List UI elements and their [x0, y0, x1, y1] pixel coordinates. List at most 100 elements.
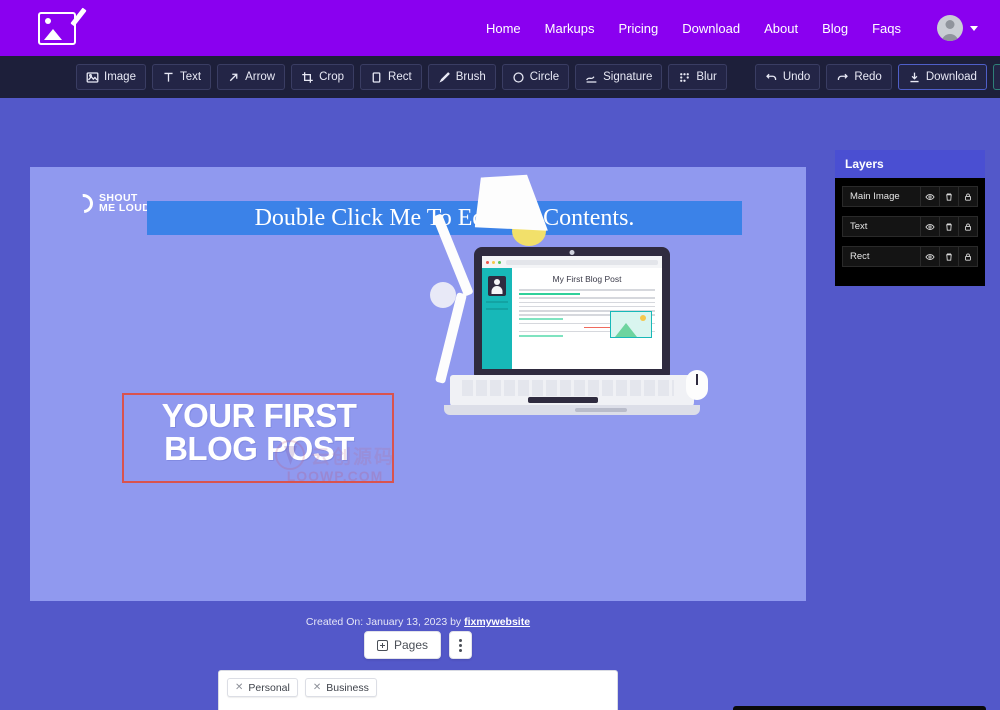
- article-line: [519, 305, 655, 308]
- shoutmeloud-logo: SHOUT ME LOUD: [70, 189, 151, 217]
- layer-row-rect[interactable]: Rect: [842, 246, 978, 267]
- undo-label: Undo: [782, 71, 811, 83]
- blur-dots-icon: [678, 71, 691, 84]
- laptop-keys: [462, 380, 674, 396]
- zoom-control-bar: 86%: [733, 706, 986, 710]
- logo-pencil-shape: [70, 7, 87, 26]
- image-canvas[interactable]: SHOUT ME LOUD Double Click Me To Edit My…: [30, 167, 806, 601]
- close-x-icon[interactable]: ✕: [235, 682, 243, 693]
- screen-sidebar: [482, 268, 512, 369]
- browser-dot-red: [486, 260, 489, 264]
- tool-rect-button[interactable]: Rect: [360, 64, 422, 90]
- watermark-badge-icon: [275, 440, 305, 470]
- eye-icon[interactable]: [920, 186, 939, 207]
- shoutmeloud-mark-icon: [70, 189, 97, 217]
- article-line-accent: [519, 335, 563, 337]
- lamp-shade: [468, 169, 548, 240]
- created-author-link[interactable]: fixmywebsite: [464, 616, 530, 628]
- page-actions-row: Pages: [0, 631, 836, 659]
- pages-button[interactable]: Pages: [363, 631, 442, 659]
- article-line-accent: [519, 293, 581, 295]
- tool-brush-button[interactable]: Brush: [427, 64, 496, 90]
- browser-url-bar: [506, 259, 658, 265]
- article-line-accent: [519, 318, 563, 320]
- computer-mouse-icon: [686, 370, 708, 400]
- tool-circle-button[interactable]: Circle: [501, 64, 570, 90]
- tool-crop-button[interactable]: Crop: [291, 64, 355, 90]
- trash-icon[interactable]: [939, 216, 958, 237]
- download-icon: [908, 71, 921, 84]
- editor-toolbar: Image Text Arrow Crop Rect Brush Circle …: [0, 56, 1000, 98]
- site-watermark: 云创源码 LOOWP.COM: [275, 440, 395, 484]
- avatar-head-shape: [945, 20, 955, 29]
- tag-chip-personal[interactable]: ✕ Personal: [227, 678, 298, 697]
- download-button[interactable]: Download: [897, 64, 987, 90]
- nav-link-home[interactable]: Home: [486, 21, 521, 36]
- eye-icon[interactable]: [920, 216, 939, 237]
- eye-icon[interactable]: [920, 246, 939, 267]
- undo-arrow-icon: [765, 71, 778, 84]
- tool-image-label: Image: [104, 71, 136, 83]
- crop-icon: [301, 71, 314, 84]
- tag-chip-personal-label: Personal: [248, 681, 290, 694]
- layer-row-main-image[interactable]: Main Image: [842, 186, 978, 207]
- created-on-text: Created On: January 13, 2023 by fixmyweb…: [0, 616, 836, 628]
- more-options-button[interactable]: [449, 631, 473, 659]
- tag-chip-business[interactable]: ✕ Business: [304, 678, 377, 697]
- tool-blur-button[interactable]: Blur: [668, 64, 727, 90]
- nav-link-about[interactable]: About: [764, 21, 798, 36]
- shoutmeloud-line2: ME LOUD: [99, 202, 151, 214]
- lock-icon[interactable]: [958, 246, 977, 267]
- article-line: [519, 301, 655, 304]
- nav-link-pricing[interactable]: Pricing: [619, 21, 659, 36]
- arrow-up-right-icon: [227, 71, 240, 84]
- nav-link-faqs[interactable]: Faqs: [872, 21, 901, 36]
- nav-links: Home Markups Pricing Download About Blog…: [486, 15, 978, 41]
- tool-arrow-button[interactable]: Arrow: [217, 64, 286, 90]
- user-avatar-icon[interactable]: [937, 15, 963, 41]
- image-icon: [86, 71, 99, 84]
- article-thumbnail-icon: [610, 311, 652, 338]
- nav-link-blog[interactable]: Blog: [822, 21, 848, 36]
- created-on-prefix: Created On: January 13, 2023 by: [305, 616, 465, 628]
- save-button[interactable]: Save: [992, 64, 1000, 90]
- laptop-front-notch: [575, 408, 627, 412]
- screen-content: My First Blog Post: [482, 268, 662, 369]
- trash-icon[interactable]: [939, 186, 958, 207]
- article-line: [519, 289, 655, 291]
- tool-image-button[interactable]: Image: [76, 64, 146, 90]
- tool-circle-label: Circle: [529, 71, 560, 83]
- laptop-camera-dot: [569, 250, 575, 255]
- chevron-down-icon[interactable]: [970, 25, 978, 31]
- nav-link-download[interactable]: Download: [682, 21, 740, 36]
- account-menu[interactable]: [937, 15, 978, 41]
- trash-icon[interactable]: [939, 246, 958, 267]
- tool-blur-label: Blur: [696, 71, 717, 83]
- nav-link-markups[interactable]: Markups: [545, 21, 595, 36]
- rectangle-icon: [370, 71, 383, 84]
- lock-icon[interactable]: [958, 186, 977, 207]
- redo-button[interactable]: Redo: [826, 64, 892, 90]
- plus-box-icon: [376, 639, 388, 651]
- tags-input[interactable]: ✕ Personal ✕ Business: [218, 670, 618, 710]
- circle-icon: [512, 71, 525, 84]
- shoutmeloud-logo-text: SHOUT ME LOUD: [99, 193, 151, 214]
- laptop-screen-title: My First Blog Post: [552, 274, 622, 284]
- laptop-lamp-illustration: My First Blog Post: [420, 172, 720, 442]
- lock-icon[interactable]: [958, 216, 977, 237]
- pages-button-label: Pages: [393, 638, 429, 652]
- undo-button[interactable]: Undo: [754, 64, 821, 90]
- layer-name-main-image: Main Image: [850, 191, 900, 202]
- tool-signature-label: Signature: [603, 71, 653, 83]
- logo-sun-shape: [45, 17, 51, 24]
- close-x-icon[interactable]: ✕: [313, 682, 321, 693]
- watermark-domain-text: LOOWP.COM: [286, 468, 384, 484]
- text-t-icon: [162, 71, 175, 84]
- tool-text-button[interactable]: Text: [151, 64, 212, 90]
- layers-list: Main Image Text Rect: [835, 178, 985, 286]
- tag-chip-business-label: Business: [326, 681, 369, 694]
- tool-signature-button[interactable]: Signature: [575, 64, 663, 90]
- layer-row-text[interactable]: Text: [842, 216, 978, 237]
- thumbnail-sun-shape: [640, 315, 646, 321]
- image-edit-logo-icon[interactable]: [38, 7, 87, 45]
